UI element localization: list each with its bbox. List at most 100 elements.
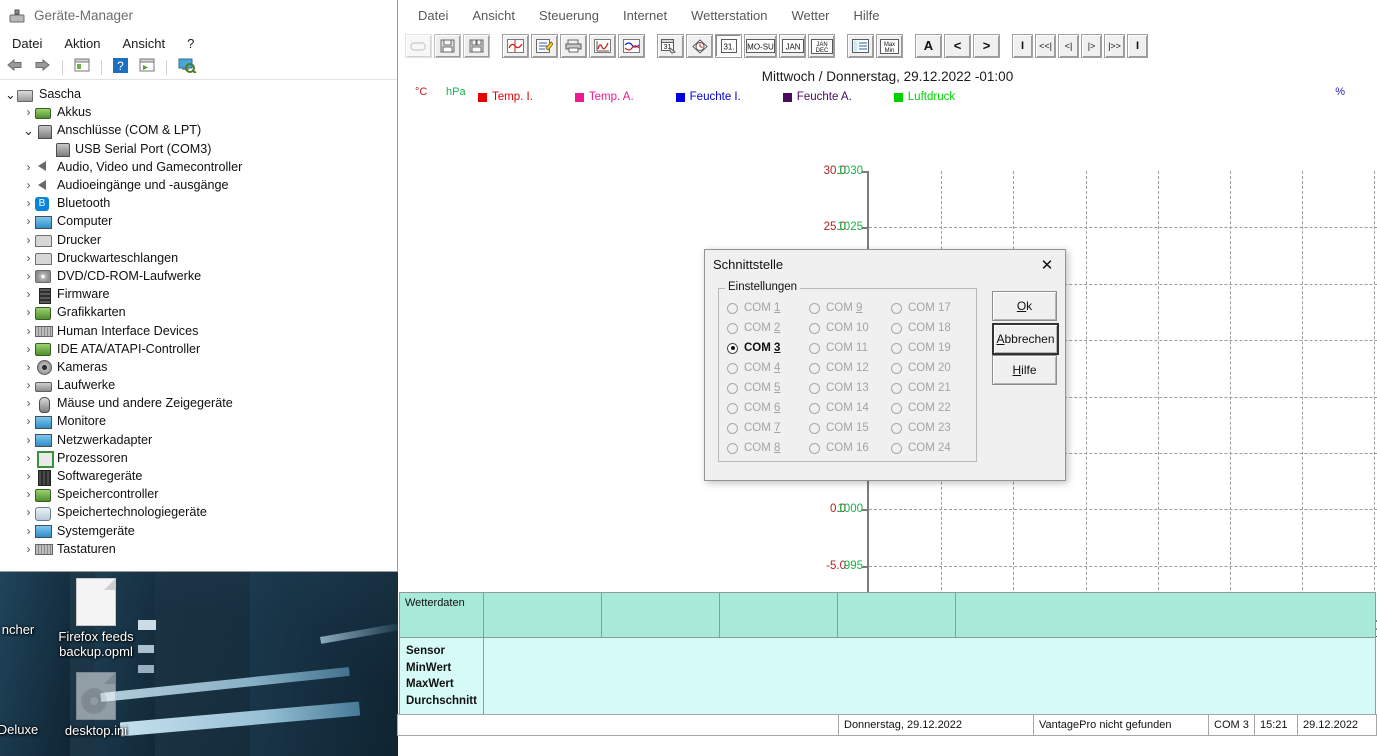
wx-menu-datei[interactable]: Datei xyxy=(418,8,448,23)
wx-menu-steuerung[interactable]: Steuerung xyxy=(539,8,599,23)
radio-com-13[interactable]: COM 13 xyxy=(809,378,891,398)
chevron-right-icon[interactable]: › xyxy=(22,505,35,519)
chevron-right-icon[interactable]: › xyxy=(22,378,35,392)
chevron-right-icon[interactable]: › xyxy=(22,251,35,265)
radio-dot[interactable] xyxy=(891,303,902,314)
tree-item-kameras[interactable]: ›Kameras xyxy=(0,358,397,376)
radio-com-24[interactable]: COM 24 xyxy=(891,438,973,458)
grid-header-cell[interactable] xyxy=(484,592,602,638)
radio-dot[interactable] xyxy=(727,323,738,334)
radio-dot[interactable] xyxy=(891,343,902,354)
radio-com-6[interactable]: COM 6 xyxy=(727,398,809,418)
chevron-right-icon[interactable]: › xyxy=(22,160,35,174)
clock-icon[interactable] xyxy=(686,34,713,58)
radio-com-15[interactable]: COM 15 xyxy=(809,418,891,438)
chevron-right-icon[interactable]: › xyxy=(22,469,35,483)
chevron-right-icon[interactable]: › xyxy=(22,269,35,283)
desktop-icon-desktop-ini[interactable]: desktop.ini xyxy=(36,672,156,738)
notes-icon[interactable] xyxy=(531,34,558,58)
tree-item-systemger-te[interactable]: ›Systemgeräte xyxy=(0,522,397,540)
tree-item-computer[interactable]: ›Computer xyxy=(0,212,397,230)
save-icon[interactable] xyxy=(434,34,461,58)
print-icon[interactable] xyxy=(560,34,587,58)
tree-item-ide-ata-atapi-controller[interactable]: ›IDE ATA/ATAPI-Controller xyxy=(0,340,397,358)
bar-last-icon[interactable]: I xyxy=(1127,34,1148,58)
radio-com-23[interactable]: COM 23 xyxy=(891,418,973,438)
tree-item-softwareger-te[interactable]: ›Softwaregeräte xyxy=(0,467,397,485)
chevron-right-icon[interactable]: › xyxy=(22,305,35,319)
minmax-view-icon[interactable]: MaxMin xyxy=(876,34,903,58)
radio-dot[interactable] xyxy=(727,443,738,454)
radio-dot[interactable] xyxy=(809,343,820,354)
chevron-right-icon[interactable]: › xyxy=(22,414,35,428)
chevron-right-icon[interactable]: › xyxy=(22,214,35,228)
radio-com-5[interactable]: COM 5 xyxy=(727,378,809,398)
table-view-icon[interactable] xyxy=(847,34,874,58)
chevron-right-icon[interactable]: › xyxy=(22,433,35,447)
radio-com-14[interactable]: COM 14 xyxy=(809,398,891,418)
weather-data-grid[interactable]: Wetterdaten Sensor MinWert MaxWert Durch… xyxy=(399,592,1376,722)
update-driver-icon[interactable] xyxy=(137,58,157,77)
radio-com-9[interactable]: COM 9 xyxy=(809,298,891,318)
grid-header-cell[interactable]: Wetterdaten xyxy=(399,592,484,638)
chevron-right-icon[interactable]: › xyxy=(22,396,35,410)
grid-values-area[interactable] xyxy=(484,638,1376,722)
radio-dot[interactable] xyxy=(727,403,738,414)
tree-item-audio-video-und-gamecontroller[interactable]: ›Audio, Video und Gamecontroller xyxy=(0,158,397,176)
tree-item-speichertechnologieger-te[interactable]: ›Speichertechnologiegeräte xyxy=(0,503,397,521)
skip-fwd-icon[interactable]: |>> xyxy=(1104,34,1125,58)
tree-item-prozessoren[interactable]: ›Prozessoren xyxy=(0,449,397,467)
radio-dot[interactable] xyxy=(727,343,738,354)
year-view-icon[interactable]: JANDEC xyxy=(808,34,835,58)
prev-icon[interactable]: < xyxy=(944,34,971,58)
tree-item-akkus[interactable]: ›Akkus xyxy=(0,103,397,121)
chevron-right-icon[interactable]: › xyxy=(22,451,35,465)
help-icon[interactable]: ? xyxy=(111,58,130,78)
tree-item-sascha[interactable]: ⌄Sascha xyxy=(0,85,397,103)
radio-com-7[interactable]: COM 7 xyxy=(727,418,809,438)
week-view-icon[interactable]: MO-SU xyxy=(744,34,777,58)
radio-com-10[interactable]: COM 10 xyxy=(809,318,891,338)
radio-dot[interactable] xyxy=(809,443,820,454)
dm-menu-help[interactable]: ? xyxy=(186,34,195,53)
radio-com-2[interactable]: COM 2 xyxy=(727,318,809,338)
day-view-icon[interactable]: 31. xyxy=(715,34,742,58)
chevron-down-icon[interactable]: ⌄ xyxy=(22,126,35,135)
bar-first-icon[interactable]: I xyxy=(1012,34,1033,58)
tree-item-druckwarteschlangen[interactable]: ›Druckwarteschlangen xyxy=(0,249,397,267)
tree-item-usb-serial-port-com3[interactable]: USB Serial Port (COM3) xyxy=(0,140,397,158)
chevron-right-icon[interactable]: › xyxy=(22,487,35,501)
wx-menu-ansicht[interactable]: Ansicht xyxy=(472,8,515,23)
dm-menu-ansicht[interactable]: Ansicht xyxy=(122,34,167,53)
scan-hardware-icon[interactable] xyxy=(176,58,199,78)
properties-icon[interactable] xyxy=(72,58,92,77)
radio-dot[interactable] xyxy=(809,323,820,334)
radio-dot[interactable] xyxy=(809,303,820,314)
grid-header-cell[interactable] xyxy=(838,592,956,638)
chevron-right-icon[interactable]: › xyxy=(22,287,35,301)
forward-icon[interactable] xyxy=(32,58,53,77)
tree-item-netzwerkadapter[interactable]: ›Netzwerkadapter xyxy=(0,431,397,449)
radio-dot[interactable] xyxy=(809,383,820,394)
save-all-icon[interactable] xyxy=(463,34,490,58)
new-icon[interactable] xyxy=(405,34,432,58)
radio-dot[interactable] xyxy=(891,363,902,374)
chevron-right-icon[interactable]: › xyxy=(22,178,35,192)
wx-menu-wetterstation[interactable]: Wetterstation xyxy=(691,8,767,23)
grid-header-cell[interactable] xyxy=(956,592,1376,638)
radio-dot[interactable] xyxy=(891,383,902,394)
radio-com-17[interactable]: COM 17 xyxy=(891,298,973,318)
desktop-icon-firefox-feeds[interactable]: Firefox feeds backup.opml xyxy=(36,578,156,659)
radio-dot[interactable] xyxy=(891,403,902,414)
radio-com-20[interactable]: COM 20 xyxy=(891,358,973,378)
chevron-right-icon[interactable]: › xyxy=(22,105,35,119)
dual-curve-icon[interactable] xyxy=(618,34,645,58)
graph-edit-icon[interactable] xyxy=(502,34,529,58)
grid-header-cell[interactable] xyxy=(720,592,838,638)
close-icon[interactable]: ✕ xyxy=(1033,253,1061,277)
step-fwd-icon[interactable]: |> xyxy=(1081,34,1102,58)
radio-dot[interactable] xyxy=(891,443,902,454)
radio-dot[interactable] xyxy=(891,423,902,434)
radio-com-4[interactable]: COM 4 xyxy=(727,358,809,378)
wx-menu-wetter[interactable]: Wetter xyxy=(791,8,829,23)
